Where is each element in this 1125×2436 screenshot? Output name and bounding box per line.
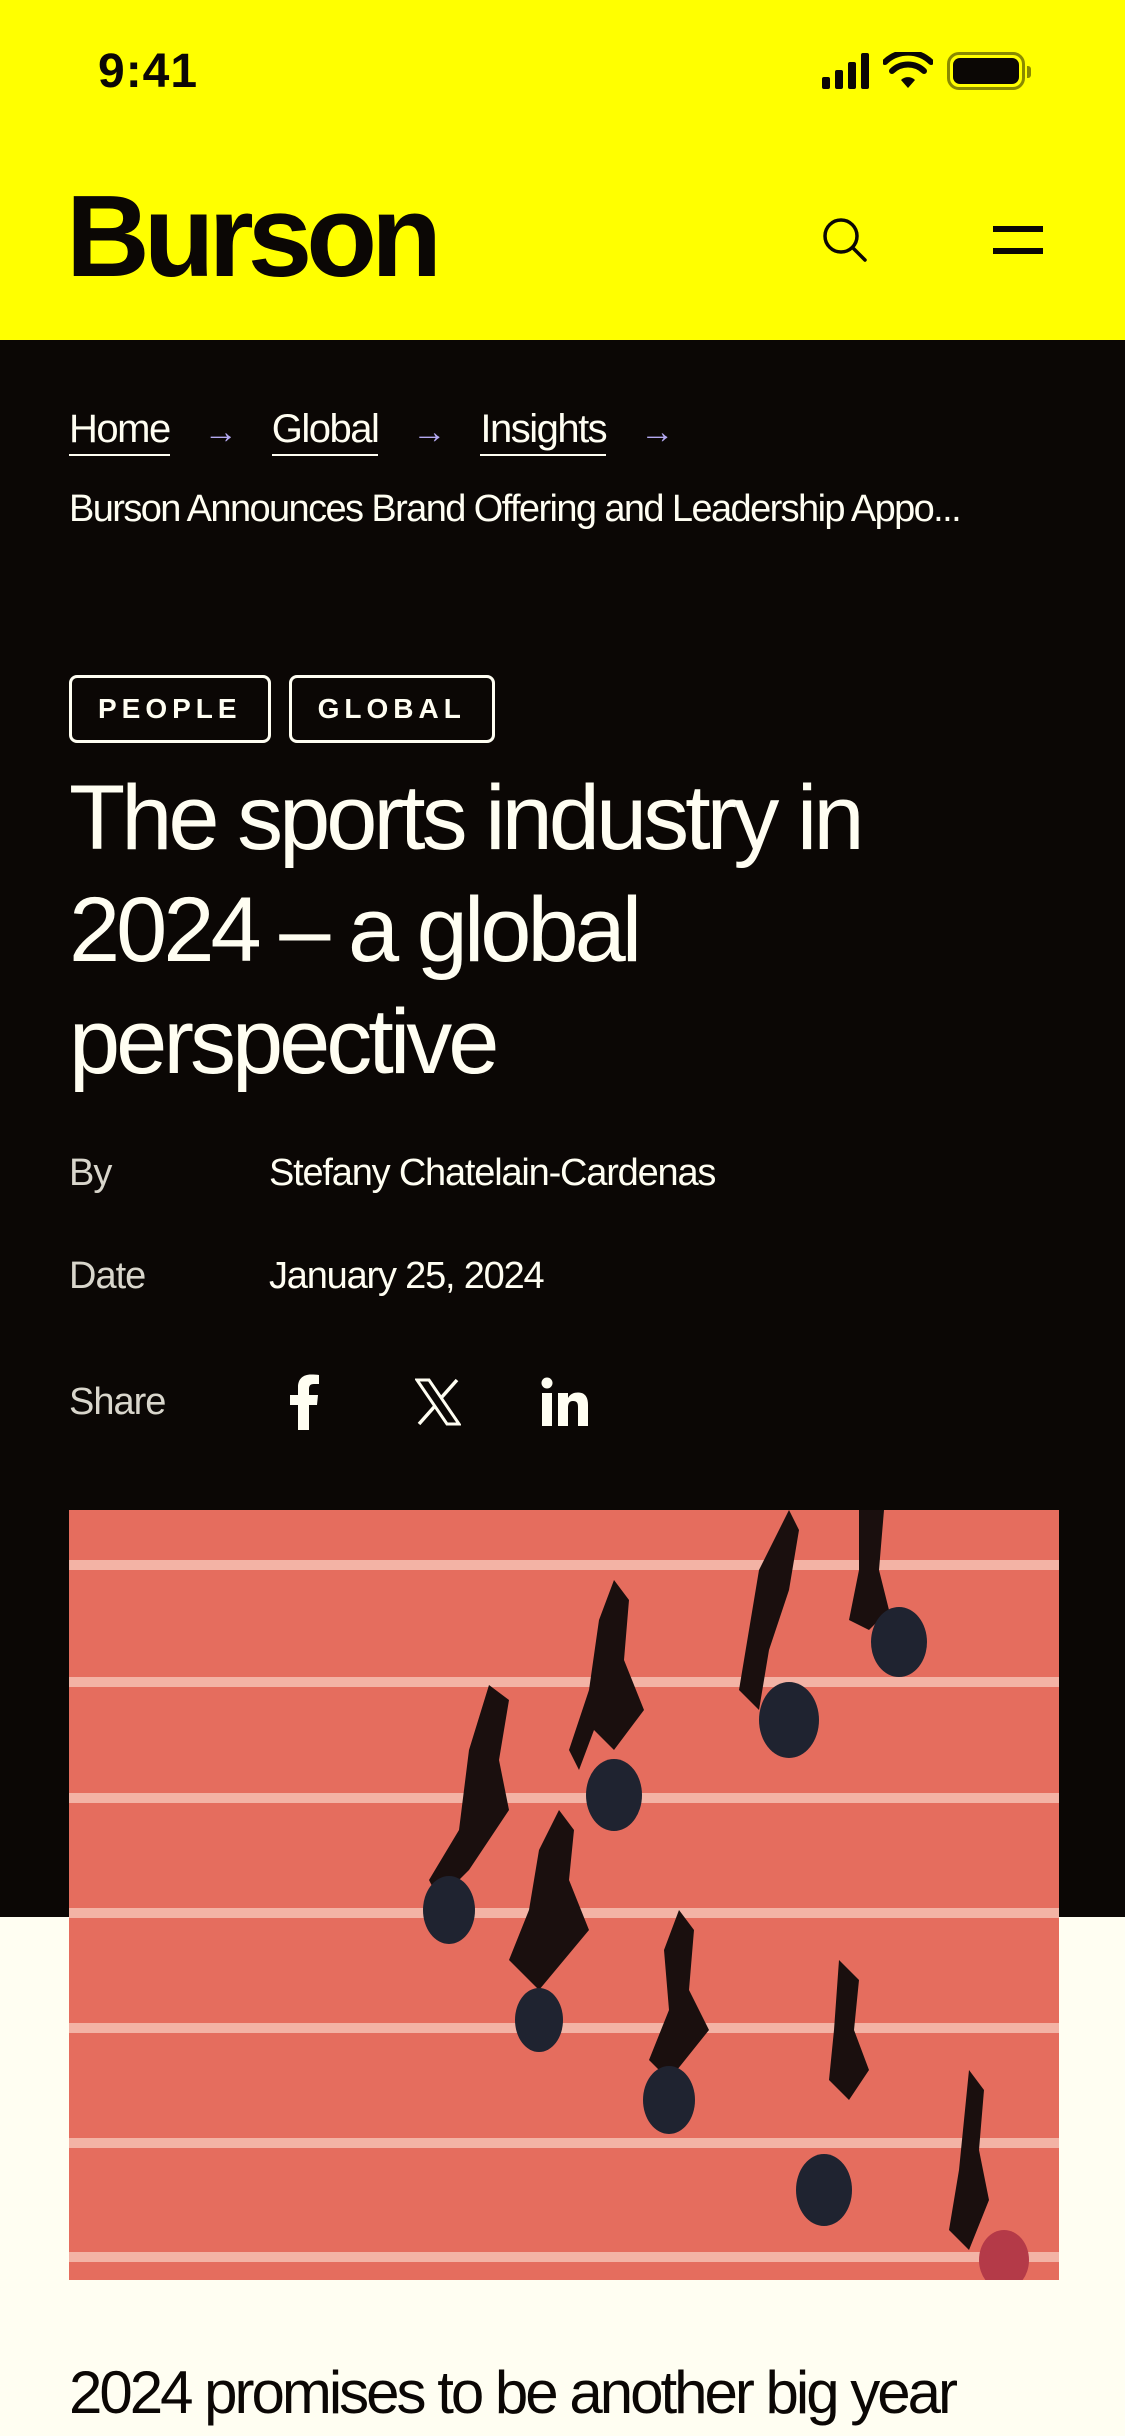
breadcrumb-insights[interactable]: Insights bbox=[480, 408, 608, 456]
cellular-signal-icon bbox=[822, 53, 869, 89]
share-linkedin-button[interactable] bbox=[521, 1372, 647, 1432]
breadcrumb-current: Burson Announces Brand Offering and Lead… bbox=[69, 488, 962, 530]
article-intro: 2024 promises to be another big year bbox=[69, 2359, 958, 2426]
search-button[interactable] bbox=[820, 215, 872, 267]
wifi-icon bbox=[883, 52, 933, 88]
facebook-icon bbox=[290, 1374, 319, 1430]
share-facebook-button[interactable] bbox=[269, 1372, 395, 1432]
share-row: Share bbox=[69, 1372, 647, 1432]
running-track-photo bbox=[69, 1510, 1059, 2280]
status-time: 9:41 bbox=[98, 45, 199, 98]
battery-icon bbox=[947, 52, 1031, 90]
hero-image bbox=[69, 1510, 1059, 2280]
site-header: 9:41 Burson bbox=[0, 0, 1125, 340]
arrow-right-icon: → bbox=[203, 413, 238, 451]
share-label: Share bbox=[69, 1380, 166, 1423]
article-title: The sports industry in 2024 – a global p… bbox=[69, 767, 864, 1093]
breadcrumb-global[interactable]: Global bbox=[271, 408, 380, 456]
linkedin-icon bbox=[541, 1377, 588, 1426]
author-name: Stefany Chatelain-Cardenas bbox=[269, 1152, 716, 1194]
burson-logo[interactable]: Burson bbox=[66, 178, 442, 294]
by-label: By bbox=[69, 1152, 112, 1194]
hamburger-menu-icon bbox=[993, 226, 1043, 232]
arrow-right-icon: → bbox=[412, 413, 447, 451]
article-date: January 25, 2024 bbox=[269, 1255, 545, 1297]
author-row: By Stefany Chatelain-Cardenas bbox=[69, 1152, 716, 1195]
x-twitter-icon bbox=[415, 1378, 461, 1426]
search-icon bbox=[823, 218, 867, 262]
date-row: Date January 25, 2024 bbox=[69, 1255, 545, 1298]
breadcrumb: Home → Global → Insights → bbox=[69, 408, 708, 456]
share-icons bbox=[269, 1372, 647, 1432]
date-label: Date bbox=[69, 1255, 146, 1297]
share-x-button[interactable] bbox=[395, 1372, 521, 1432]
status-icons bbox=[822, 52, 1031, 90]
article-tags: PEOPLE GLOBAL bbox=[69, 675, 495, 743]
breadcrumb-home[interactable]: Home bbox=[69, 408, 171, 456]
tag-global[interactable]: GLOBAL bbox=[288, 675, 495, 743]
tag-people[interactable]: PEOPLE bbox=[69, 675, 271, 743]
hamburger-menu-button[interactable] bbox=[990, 222, 1046, 258]
arrow-right-icon: → bbox=[640, 413, 675, 451]
